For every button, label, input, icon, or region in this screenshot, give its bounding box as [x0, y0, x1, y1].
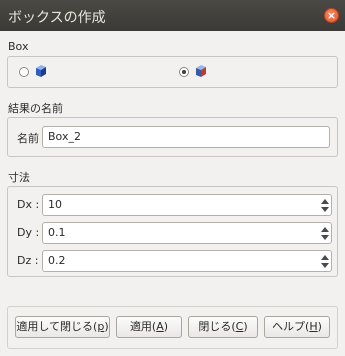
window-title: ボックスの作成	[8, 10, 106, 26]
apply-and-close-button[interactable]: 適用して閉じる(p)	[15, 316, 110, 338]
box-type-radio-1[interactable]	[19, 67, 29, 77]
result-name-section-label: 結果の名前	[8, 102, 63, 115]
spin-down-icon[interactable]	[321, 263, 329, 268]
dimensions-group: Dx : 10 Dy : 0.1 Dz : 0.2	[7, 186, 338, 277]
dz-value: 0.2	[48, 254, 66, 267]
name-label: 名前	[17, 132, 39, 145]
spin-up-icon[interactable]	[321, 255, 329, 260]
box-type-radio-2[interactable]	[179, 67, 189, 77]
close-button[interactable]: 閉じる(C)	[188, 316, 258, 338]
spin-down-icon[interactable]	[321, 235, 329, 240]
dy-label: Dy :	[17, 226, 40, 239]
spin-up-icon[interactable]	[321, 199, 329, 204]
dy-spinner[interactable]	[319, 223, 331, 243]
spin-down-icon[interactable]	[321, 207, 329, 212]
name-input[interactable]: Box_2	[42, 126, 330, 148]
dz-spinner[interactable]	[319, 251, 331, 271]
cube-icon	[36, 65, 46, 77]
title-bar[interactable]: ボックスの作成 ×	[0, 0, 345, 31]
box-section-label: Box	[8, 40, 29, 53]
dz-label: Dz :	[17, 254, 39, 267]
dy-value: 0.1	[48, 226, 66, 239]
dx-label: Dx :	[17, 198, 40, 211]
cube-icon	[196, 65, 206, 77]
dimensions-section-label: 寸法	[8, 171, 30, 184]
dy-spinbox[interactable]: 0.1	[42, 222, 332, 244]
dx-spinner[interactable]	[319, 195, 331, 215]
dz-spinbox[interactable]: 0.2	[42, 250, 332, 272]
dx-value: 10	[48, 198, 62, 211]
box-type-group	[7, 56, 338, 88]
spin-up-icon[interactable]	[321, 227, 329, 232]
close-icon[interactable]: ×	[324, 8, 339, 23]
dx-spinbox[interactable]: 10	[42, 194, 332, 216]
result-name-group: 名前 Box_2	[7, 117, 338, 157]
help-button[interactable]: ヘルプ(H)	[264, 316, 330, 338]
apply-button[interactable]: 適用(A)	[116, 316, 182, 338]
